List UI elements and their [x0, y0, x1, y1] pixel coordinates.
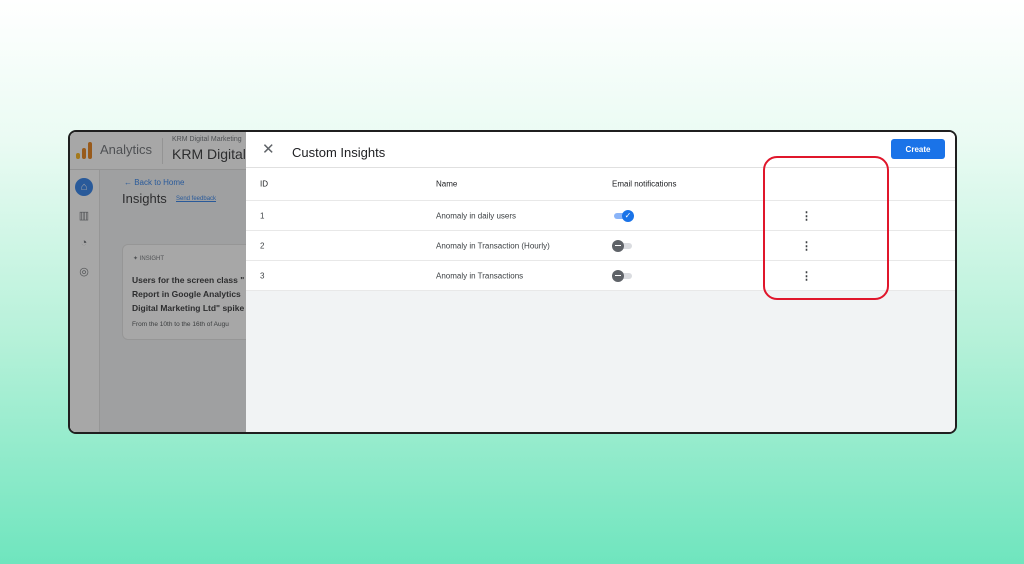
table-header-row: ID Name Email notifications — [246, 168, 955, 201]
column-header-name[interactable]: Name — [436, 180, 457, 189]
custom-insights-panel: ✕ Custom Insights Create ID Name Email n… — [246, 132, 955, 432]
email-notification-toggle[interactable] — [612, 269, 634, 282]
email-notification-toggle[interactable]: ✓ — [612, 209, 634, 222]
modal-scrim[interactable] — [70, 132, 246, 432]
table-row[interactable]: 2 Anomaly in Transaction (Hourly) ⋮ — [246, 231, 955, 261]
table-row[interactable]: 3 Anomaly in Transactions ⋮ — [246, 261, 955, 291]
table-row[interactable]: 1 Anomaly in daily users ✓ ⋮ — [246, 201, 955, 231]
row-name: Anomaly in Transaction (Hourly) — [436, 241, 550, 250]
more-vert-icon[interactable]: ⋮ — [801, 269, 812, 282]
more-vert-icon[interactable]: ⋮ — [801, 209, 812, 222]
row-id: 3 — [260, 271, 265, 280]
column-header-id[interactable]: ID — [260, 180, 268, 189]
minus-icon — [612, 239, 624, 252]
row-id: 1 — [260, 211, 265, 220]
panel-title: Custom Insights — [292, 145, 386, 160]
row-name: Anomaly in Transactions — [436, 271, 524, 280]
custom-insights-table: ID Name Email notifications 1 Anomaly in… — [246, 168, 955, 291]
create-button[interactable]: Create — [891, 139, 945, 159]
check-icon: ✓ — [622, 209, 634, 222]
row-id: 2 — [260, 241, 265, 250]
close-icon[interactable]: ✕ — [262, 140, 275, 158]
minus-icon — [612, 269, 624, 282]
more-vert-icon[interactable]: ⋮ — [801, 239, 812, 252]
panel-header: ✕ Custom Insights Create — [246, 132, 955, 168]
email-notification-toggle[interactable] — [612, 239, 634, 252]
analytics-background: Analytics KRM Digital Marketing KRM Digi… — [70, 132, 262, 432]
row-name: Anomaly in daily users — [436, 211, 517, 220]
app-window: Analytics KRM Digital Marketing KRM Digi… — [68, 130, 957, 434]
column-header-email[interactable]: Email notifications — [612, 180, 676, 189]
